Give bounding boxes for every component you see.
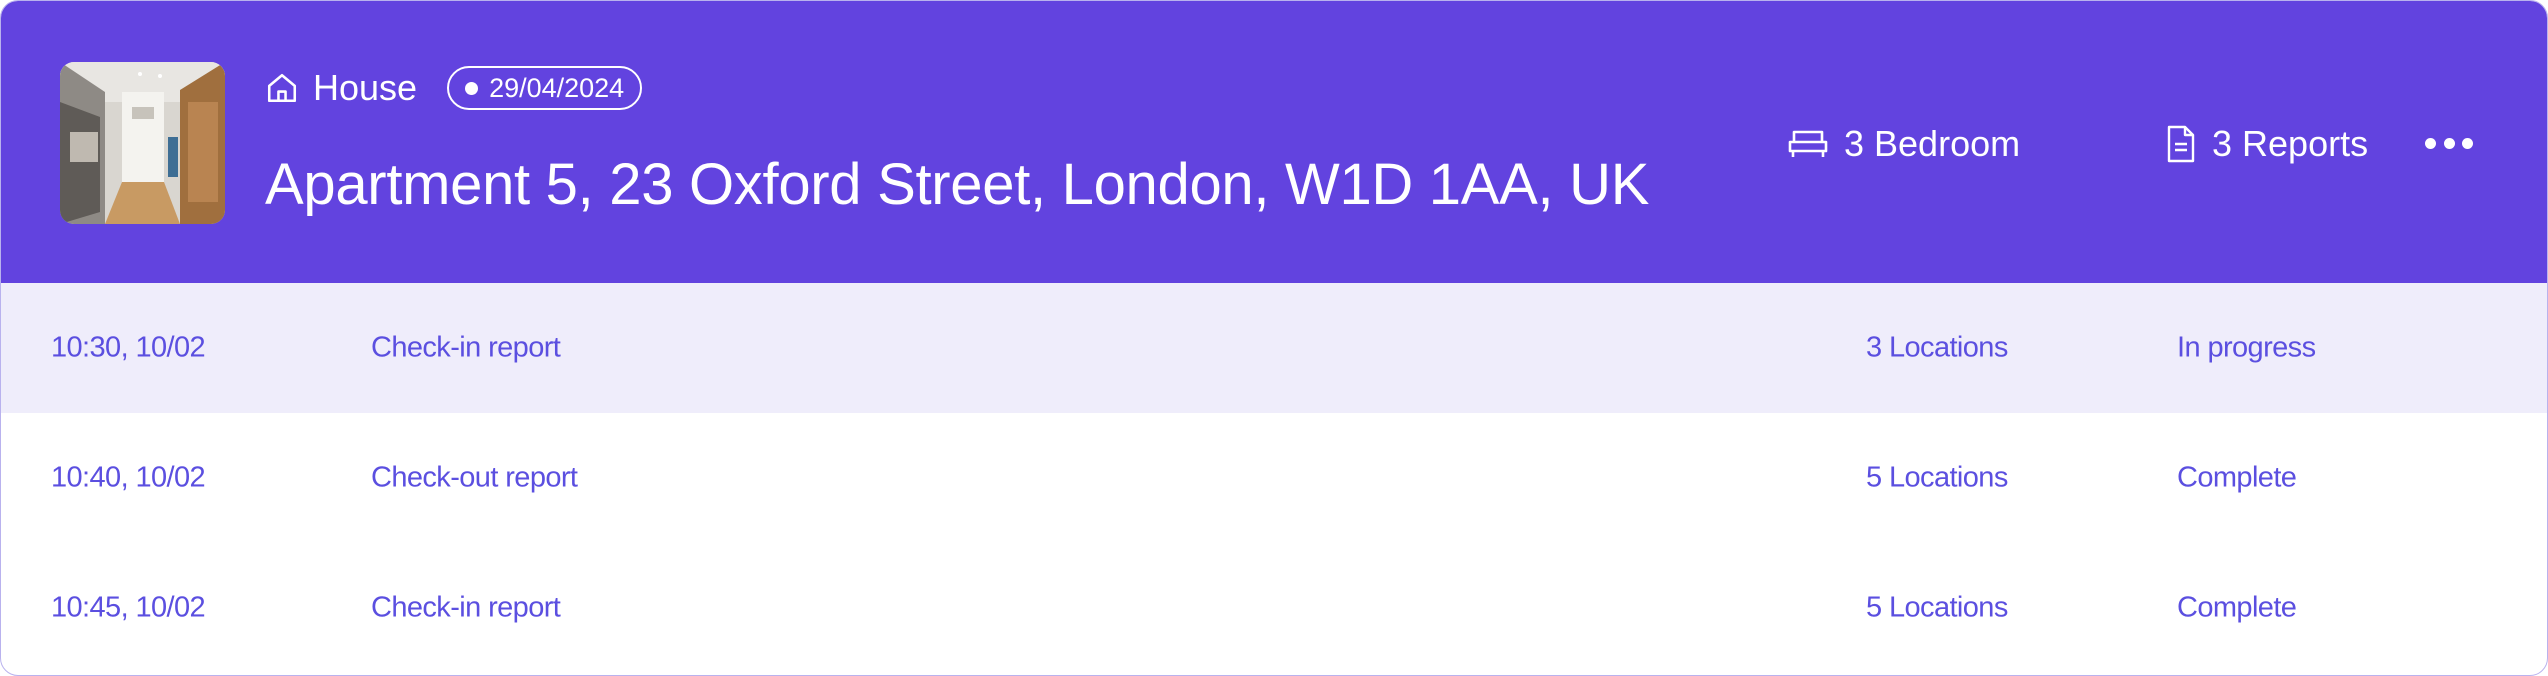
- document-icon: [2167, 125, 2195, 163]
- table-row[interactable]: 10:45, 10/02 Check-in report 5 Locations…: [1, 543, 2547, 673]
- more-options-button[interactable]: [2425, 125, 2473, 161]
- report-status: Complete: [2177, 461, 2297, 494]
- house-icon: [267, 73, 297, 103]
- report-time: 10:40, 10/02: [51, 461, 206, 494]
- report-time: 10:30, 10/02: [51, 331, 206, 364]
- property-card: House 29/04/2024 Apartment 5, 23 Oxford …: [0, 0, 2548, 676]
- property-address: Apartment 5, 23 Oxford Street, London, W…: [265, 152, 1650, 217]
- report-status: Complete: [2177, 591, 2297, 624]
- property-thumbnail[interactable]: [60, 62, 225, 224]
- reports-list: 10:30, 10/02 Check-in report 3 Locations…: [1, 283, 2547, 673]
- property-photo: [60, 62, 225, 224]
- bedroom-count: 3 Bedroom: [1788, 116, 2020, 172]
- reports-count-label: 3 Reports: [2212, 123, 2369, 164]
- date-badge-text: 29/04/2024: [489, 72, 625, 103]
- report-locations: 5 Locations: [1866, 591, 2008, 624]
- property-type: House 29/04/2024: [265, 63, 643, 113]
- report-locations: 3 Locations: [1866, 331, 2008, 364]
- property-header: House 29/04/2024 Apartment 5, 23 Oxford …: [1, 1, 2547, 283]
- report-locations: 5 Locations: [1866, 461, 2008, 494]
- table-row[interactable]: 10:40, 10/02 Check-out report 5 Location…: [1, 413, 2547, 543]
- more-horizontal-icon: [2425, 137, 2436, 149]
- report-name: Check-in report: [371, 591, 561, 624]
- property-type-label: House: [313, 67, 418, 108]
- report-status: In progress: [2177, 331, 2316, 364]
- report-name: Check-in report: [371, 331, 561, 364]
- report-time: 10:45, 10/02: [51, 591, 206, 624]
- report-name: Check-out report: [371, 461, 578, 494]
- bed-icon: [1788, 130, 1828, 157]
- reports-count: 3 Reports: [2166, 116, 2368, 172]
- table-row[interactable]: 10:30, 10/02 Check-in report 3 Locations…: [1, 283, 2547, 413]
- status-dot: [465, 81, 479, 95]
- date-badge: 29/04/2024: [447, 66, 643, 110]
- bedroom-count-label: 3 Bedroom: [1844, 123, 2021, 164]
